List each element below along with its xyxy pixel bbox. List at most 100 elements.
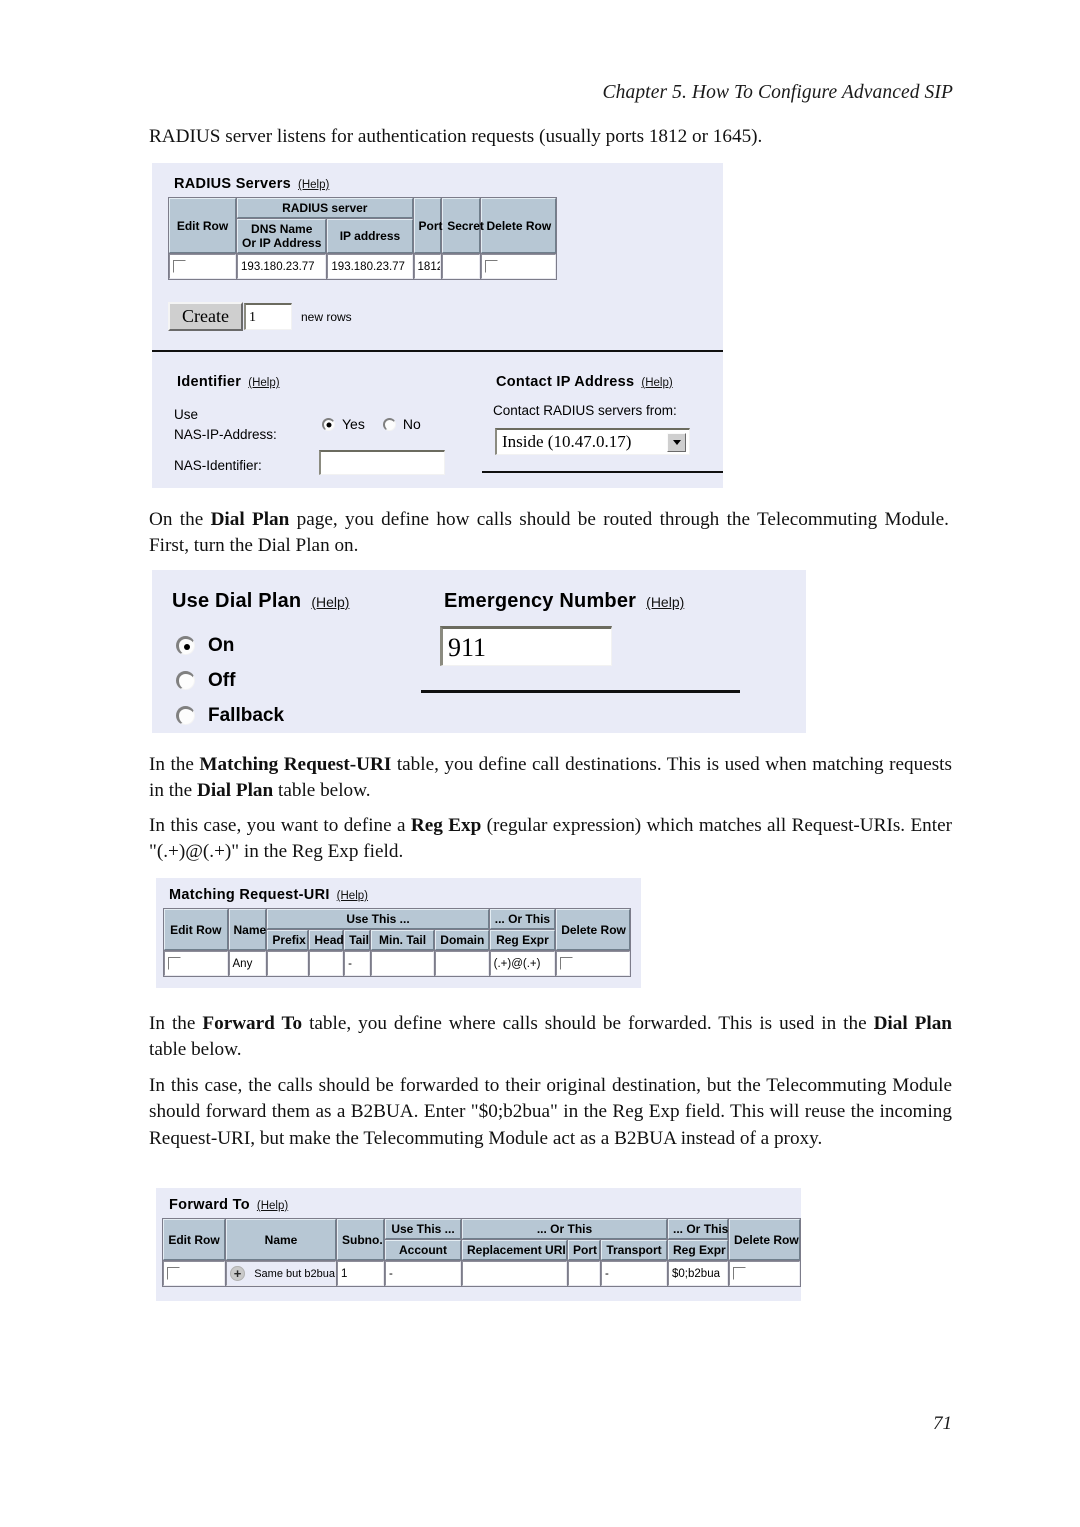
matching-request-uri-screenshot: Matching Request-URI (Help) Edit Row Name… bbox=[156, 878, 641, 988]
radius-servers-title: RADIUS Servers bbox=[174, 176, 292, 192]
header-edit-row: Edit Row bbox=[169, 198, 237, 253]
header-dns-name: DNS Name Or IP Address bbox=[237, 219, 327, 253]
identifier-help-link[interactable]: (Help) bbox=[248, 377, 279, 389]
cell-tail[interactable]: - bbox=[344, 951, 370, 976]
cell-edit-row-checkbox[interactable] bbox=[163, 1261, 225, 1286]
nas-ip-yes-label: Yes bbox=[342, 416, 365, 432]
nas-ip-no-radio[interactable] bbox=[382, 417, 396, 431]
paragraph-forward-to-intro: In the Forward To table, you define wher… bbox=[149, 1011, 952, 1064]
create-count-input[interactable]: 1 bbox=[243, 303, 292, 330]
create-button[interactable]: Create bbox=[168, 302, 243, 331]
header-edit-row: Edit Row bbox=[163, 1219, 225, 1260]
p5-seg-c: table, you define where calls should be … bbox=[302, 1013, 874, 1034]
table-row: + Same but b2bua 1 - - $0;b2bua bbox=[163, 1261, 801, 1286]
panel-separator bbox=[152, 350, 723, 352]
contact-ip-help-link[interactable]: (Help) bbox=[641, 377, 672, 389]
edit-row-checkbox[interactable] bbox=[167, 1267, 180, 1280]
header-or-this-group: ... Or This bbox=[489, 909, 556, 929]
matching-request-uri-table: Edit Row Name Use This ... ... Or This D… bbox=[163, 908, 631, 977]
table-header-row-1: Edit Row Name Use This ... ... Or This D… bbox=[164, 909, 630, 950]
expand-plus-icon[interactable]: + bbox=[230, 1266, 245, 1281]
nas-identifier-input[interactable] bbox=[319, 450, 445, 475]
dial-plan-fallback-label: Fallback bbox=[208, 704, 285, 726]
cell-reg-expr[interactable]: (.+)@(.+) bbox=[489, 951, 556, 976]
cell-prefix[interactable] bbox=[267, 951, 309, 976]
header-radius-server-group: RADIUS server bbox=[237, 198, 413, 218]
radius-servers-heading: RADIUS Servers (Help) bbox=[174, 175, 329, 193]
edit-row-checkbox[interactable] bbox=[168, 957, 181, 970]
use-dial-plan-screenshot: Use Dial Plan (Help) On Off Fallback Emer… bbox=[152, 570, 806, 1200]
use-nas-ip-label-line2: NAS-IP-Address: bbox=[174, 427, 277, 442]
use-dial-plan-help-link[interactable]: (Help) bbox=[311, 594, 349, 610]
delete-row-checkbox[interactable] bbox=[485, 260, 499, 273]
nas-identifier-label: NAS-Identifier: bbox=[174, 458, 262, 473]
radius-servers-help-link[interactable]: (Help) bbox=[298, 179, 329, 191]
identifier-heading: Identifier (Help) bbox=[177, 373, 280, 391]
dial-plan-on-radio[interactable] bbox=[176, 636, 195, 655]
contact-ip-select[interactable]: Inside (10.47.0.17) bbox=[495, 428, 690, 455]
cell-transport[interactable]: - bbox=[601, 1261, 668, 1286]
cell-name[interactable]: + Same but b2bua bbox=[226, 1261, 336, 1286]
cell-min-tail[interactable] bbox=[370, 951, 435, 976]
cell-delete-row-checkbox[interactable] bbox=[729, 1261, 801, 1286]
p5-seg-d: table below. bbox=[149, 1039, 242, 1061]
table-row: Any - (.+)@(.+) bbox=[164, 951, 630, 976]
cell-reg-expr[interactable]: $0;b2bua bbox=[668, 1261, 729, 1286]
cell-edit-row-checkbox[interactable] bbox=[164, 951, 228, 976]
cell-ip-address[interactable]: 193.180.23.77 bbox=[327, 254, 413, 279]
chevron-down-icon[interactable] bbox=[667, 432, 686, 452]
chapter-running-head: Chapter 5. How To Configure Advanced SIP bbox=[602, 82, 953, 103]
edit-row-checkbox[interactable] bbox=[173, 260, 186, 273]
p3-seg-a: In the bbox=[149, 754, 200, 775]
delete-row-checkbox[interactable] bbox=[733, 1267, 747, 1280]
cell-edit-row-checkbox[interactable] bbox=[169, 254, 237, 279]
emergency-number-underline bbox=[421, 690, 740, 693]
cell-delete-row-checkbox[interactable] bbox=[556, 951, 630, 976]
cell-domain[interactable] bbox=[435, 951, 489, 976]
cell-dns-name[interactable]: 193.180.23.77 bbox=[237, 254, 327, 279]
paragraph-matching-intro: In the Matching Request-URI table, you d… bbox=[149, 752, 952, 805]
matching-request-uri-heading: Matching Request-URI (Help) bbox=[169, 886, 368, 904]
dial-plan-option-fallback[interactable]: Fallback bbox=[176, 698, 284, 733]
cell-port[interactable]: 1812 bbox=[413, 254, 442, 279]
header-edit-row: Edit Row bbox=[164, 909, 228, 950]
forward-to-screenshot: Forward To (Help) Edit Row Name Subno. Us… bbox=[156, 1188, 802, 1301]
header-port: Port bbox=[413, 198, 443, 253]
emergency-number-help-link[interactable]: (Help) bbox=[646, 594, 684, 610]
dial-plan-option-on[interactable]: On bbox=[176, 628, 284, 663]
contact-radius-subtitle: Contact RADIUS servers from: bbox=[493, 403, 677, 418]
p4-seg-a: In this case, you want to define a bbox=[149, 815, 411, 836]
header-name: Name bbox=[226, 1219, 336, 1260]
dial-plan-radio-group: On Off Fallback bbox=[176, 628, 284, 733]
cell-delete-row-checkbox[interactable] bbox=[481, 254, 556, 279]
cell-account[interactable]: - bbox=[385, 1261, 461, 1286]
header-or-this-group-1: ... Or This bbox=[462, 1219, 668, 1239]
matching-request-uri-help-link[interactable]: (Help) bbox=[337, 890, 368, 902]
emergency-number-input[interactable]: 911 bbox=[440, 626, 612, 666]
header-transport: Transport bbox=[601, 1240, 668, 1260]
dial-plan-off-radio[interactable] bbox=[176, 671, 195, 690]
cell-name[interactable]: Any bbox=[228, 951, 267, 976]
cell-replacement-uri[interactable] bbox=[462, 1261, 567, 1286]
paragraph-b2bua-explanation: In this case, the calls should be forwar… bbox=[149, 1073, 952, 1152]
cell-port[interactable] bbox=[568, 1261, 600, 1286]
nas-ip-yes-radio[interactable] bbox=[322, 417, 335, 431]
forward-to-help-link[interactable]: (Help) bbox=[257, 1200, 288, 1212]
header-dns-name-line1: DNS Name bbox=[251, 222, 313, 236]
header-delete-row: Delete Row bbox=[481, 198, 556, 253]
use-nas-ip-label-line1: Use bbox=[174, 407, 199, 422]
cell-subno[interactable]: 1 bbox=[337, 1261, 384, 1286]
contact-ip-select-value: Inside (10.47.0.17) bbox=[502, 432, 632, 451]
radius-servers-screenshot: RADIUS Servers (Help) Edit Row RADIUS ser… bbox=[152, 163, 723, 488]
p6-text: In this case, the calls should be forwar… bbox=[149, 1075, 952, 1149]
cell-head[interactable] bbox=[309, 951, 344, 976]
create-rows-controls: Create 1 new rows bbox=[168, 302, 352, 331]
cell-secret[interactable] bbox=[442, 254, 481, 279]
delete-row-checkbox[interactable] bbox=[560, 957, 574, 970]
p5-bold-forward-to: Forward To bbox=[202, 1013, 303, 1034]
dial-plan-option-off[interactable]: Off bbox=[176, 663, 284, 698]
dial-plan-fallback-radio[interactable] bbox=[176, 706, 195, 725]
use-dial-plan-heading: Use Dial Plan (Help) bbox=[172, 590, 349, 613]
table-header-row-1: Edit Row Name Subno. Use This ... ... Or… bbox=[163, 1219, 801, 1260]
header-delete-row: Delete Row bbox=[556, 909, 630, 950]
